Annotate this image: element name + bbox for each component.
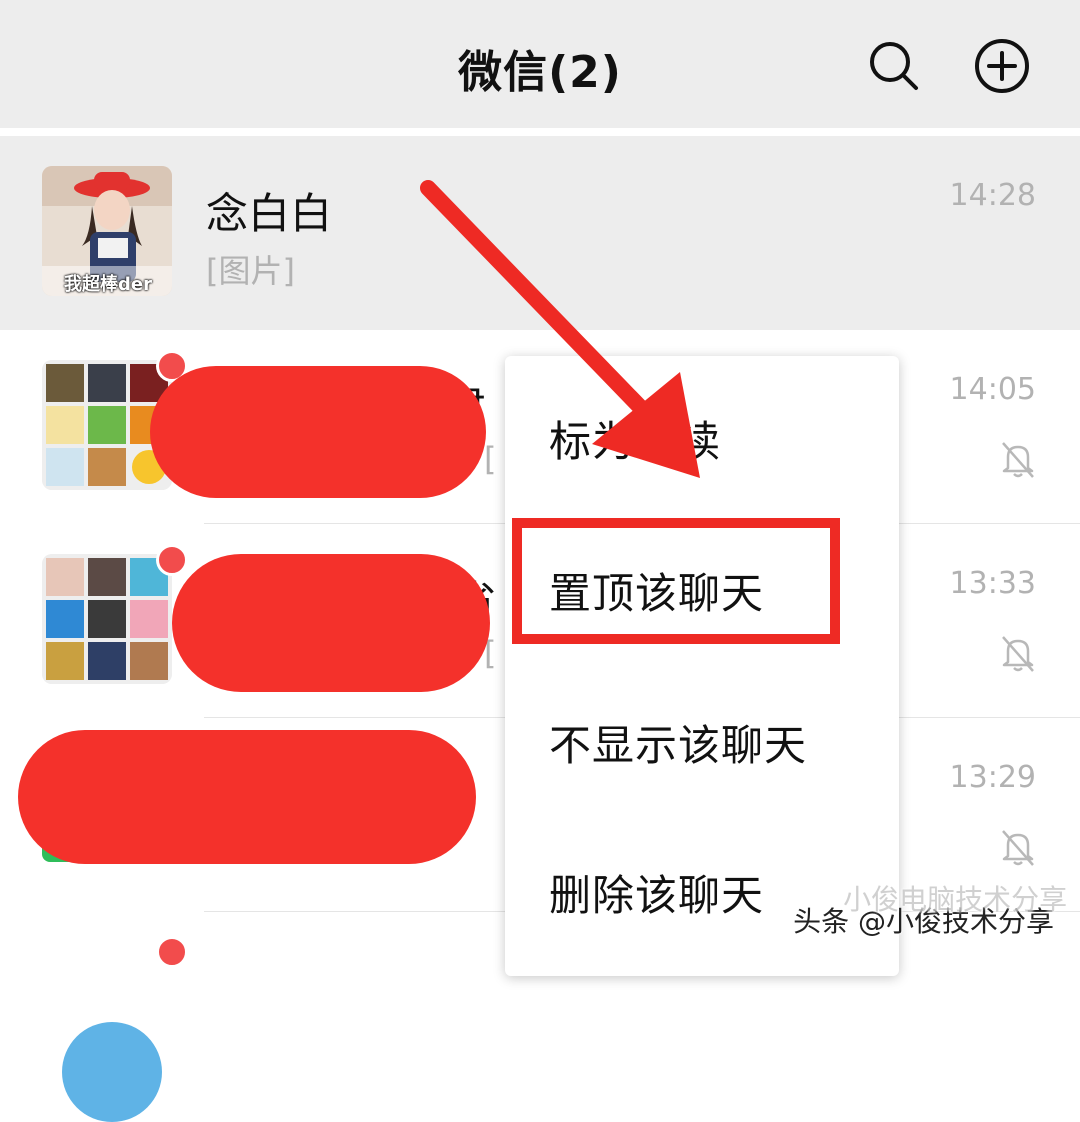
context-menu: 标为未读 置顶该聊天 不显示该聊天 删除该聊天 (505, 356, 899, 976)
chat-preview-partial: [ (484, 440, 497, 478)
group-avatar (42, 554, 172, 684)
watermark: 小俊电脑技术分享 头条 @小俊技术分享 (793, 883, 1067, 940)
chat-row-nianbaibai[interactable]: 我超棒der 念白白 [图片] 14:28 (0, 136, 1080, 330)
chat-time: 13:33 (949, 566, 1036, 601)
menu-item-hide-chat[interactable]: 不显示该聊天 (549, 712, 807, 773)
redaction-mark (18, 730, 476, 864)
chat-time: 14:28 (949, 178, 1036, 213)
add-icon[interactable] (974, 38, 1030, 94)
menu-item-mark-unread[interactable]: 标为未读 (549, 408, 721, 469)
redaction-mark (172, 554, 490, 692)
mute-bell-icon (1002, 442, 1034, 478)
highlight-box (512, 518, 840, 644)
avatar (62, 1022, 162, 1122)
unread-badge (156, 936, 188, 968)
group-avatar-grid (42, 554, 172, 684)
chat-time: 13:29 (949, 760, 1036, 795)
search-icon[interactable] (866, 38, 922, 94)
watermark-faint: 小俊电脑技术分享 (843, 883, 1068, 916)
mute-bell-icon (1002, 830, 1034, 866)
chat-time: 14:05 (949, 372, 1036, 407)
unread-badge (156, 544, 188, 576)
chat-preview: [图片] (206, 252, 295, 290)
chat-name: 念白白 (206, 189, 333, 238)
mute-bell-icon (1002, 636, 1034, 672)
avatar-caption: 我超棒der (64, 274, 152, 295)
redaction-mark (150, 366, 486, 498)
menu-item-delete-chat[interactable]: 删除该聊天 (549, 862, 764, 923)
top-bar: 微信(2) (0, 0, 1080, 128)
avatar: 我超棒der (42, 166, 172, 296)
